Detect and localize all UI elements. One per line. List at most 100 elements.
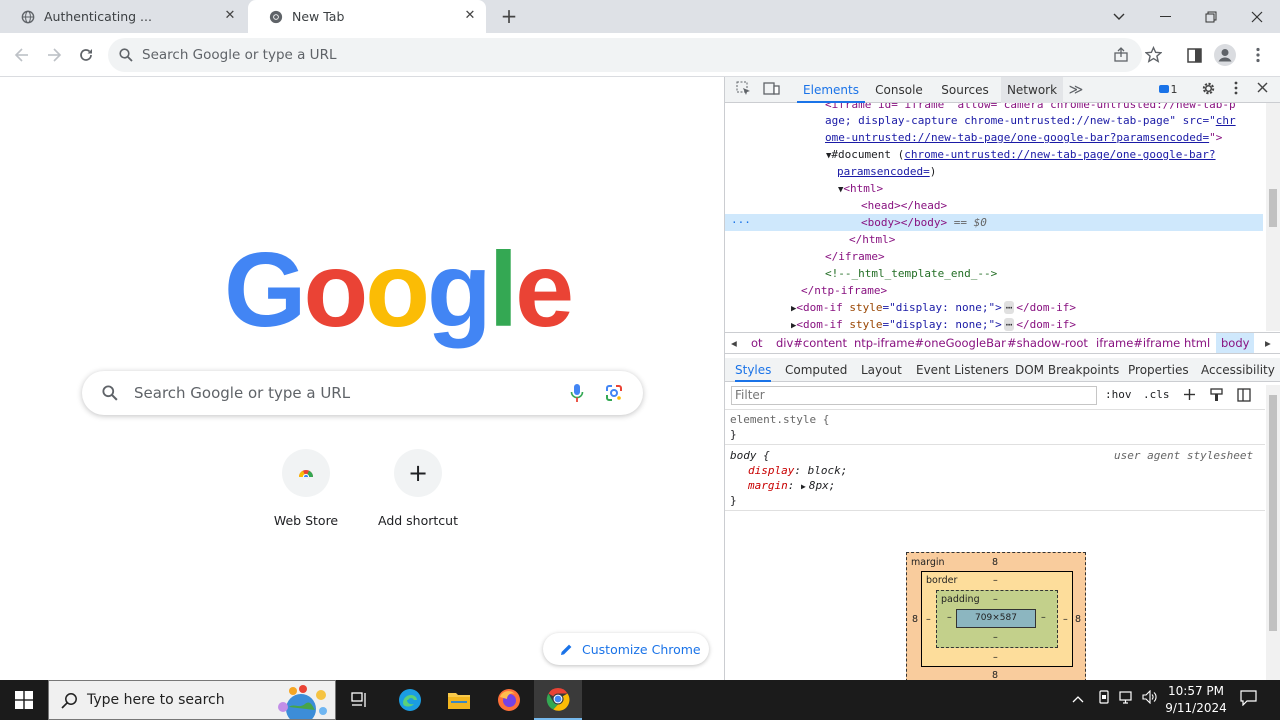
sidebar-toggle-icon[interactable]	[1237, 388, 1251, 406]
customize-chrome-button[interactable]: Customize Chrome	[543, 633, 709, 665]
address-bar[interactable]: Search Google or type a URL	[108, 38, 1163, 72]
dom-line[interactable]: ▶<dom-if style="display: none;"> ⋯ </dom-i…	[791, 316, 1076, 331]
margin-top-value[interactable]: 8	[992, 557, 998, 568]
dom-scrollbar[interactable]	[1266, 103, 1280, 331]
breadcrumb-item[interactable]: div#content	[776, 336, 847, 350]
box-model-content[interactable]: 709×587	[956, 609, 1036, 628]
tab-console[interactable]: Console	[869, 77, 929, 103]
devtools-menu-icon[interactable]	[1227, 81, 1245, 99]
hov-toggle[interactable]: :hov	[1105, 388, 1132, 401]
scrollbar-thumb[interactable]	[1269, 189, 1277, 227]
paint-brush-icon[interactable]	[1210, 388, 1223, 406]
filter-input[interactable]: Filter	[731, 386, 1097, 405]
breadcrumb-item[interactable]: ot	[751, 336, 763, 350]
tab-search-dropdown-icon[interactable]	[1096, 0, 1142, 33]
tab-computed[interactable]: Computed	[785, 358, 847, 382]
tab-dom-breakpoints[interactable]: DOM Breakpoints	[1015, 358, 1119, 382]
chrome-taskbar-icon[interactable]	[534, 680, 582, 720]
dom-line[interactable]: <head></head>	[861, 197, 947, 214]
ntp-search-box[interactable]: Search Google or type a URL	[82, 371, 643, 415]
settings-gear-icon[interactable]	[1199, 81, 1217, 99]
more-tabs-icon[interactable]: ≫	[1067, 81, 1085, 99]
dom-line[interactable]: </html>	[849, 231, 895, 248]
margin-left-value[interactable]: 8	[912, 614, 918, 625]
dom-line[interactable]: <!--_html_template_end_-->	[825, 265, 997, 282]
chrome-menu-icon[interactable]	[1246, 43, 1270, 67]
close-window-button[interactable]	[1234, 0, 1280, 33]
dom-line-selected[interactable]: <body></body> == $0	[861, 214, 987, 231]
dom-line[interactable]: </ntp-iframe>	[801, 282, 887, 299]
element-style-selector[interactable]: element.style {	[730, 412, 829, 427]
windows-start-icon[interactable]	[0, 680, 48, 720]
device-toolbar-icon[interactable]	[762, 81, 780, 99]
share-icon[interactable]	[1113, 47, 1129, 67]
breadcrumb-left-arrow-icon[interactable]: ◂	[731, 336, 737, 350]
restore-button[interactable]	[1188, 0, 1234, 33]
tab-network[interactable]: Network	[1001, 77, 1063, 103]
style-declaration[interactable]: margin: ▶ 8px;	[748, 478, 835, 494]
breadcrumb-item[interactable]: #shadow-root	[1007, 336, 1088, 350]
padding-left-value[interactable]: –	[947, 612, 952, 623]
side-panel-icon[interactable]	[1182, 43, 1206, 67]
box-model-margin[interactable]: margin 8 8 8 8 border – – – – padding – …	[906, 552, 1086, 692]
breadcrumb-right-arrow-icon[interactable]: ▸	[1265, 336, 1271, 350]
margin-right-value[interactable]: 8	[1075, 614, 1081, 625]
reload-button[interactable]	[74, 43, 98, 67]
issues-badge[interactable]: 1	[1155, 81, 1181, 99]
dom-ellipsis[interactable]: ···	[731, 214, 751, 231]
tab-elements[interactable]: Elements	[797, 77, 865, 103]
tab-event-listeners[interactable]: Event Listeners	[916, 358, 1009, 382]
tab-styles[interactable]: Styles	[735, 358, 772, 382]
cls-toggle[interactable]: .cls	[1143, 388, 1170, 401]
border-top-value[interactable]: –	[993, 575, 998, 586]
dom-line[interactable]: ome-untrusted://new-tab-page/one-google-…	[825, 129, 1222, 146]
selected-dom-row[interactable]	[725, 214, 1263, 231]
tab-close-icon[interactable]: ✕	[462, 8, 478, 24]
dom-line[interactable]: age; display-capture chrome-untrusted://…	[825, 112, 1236, 129]
padding-bottom-value[interactable]: –	[993, 632, 998, 643]
taskbar-search-box[interactable]: Type here to search	[48, 680, 336, 723]
file-explorer-icon[interactable]	[435, 680, 483, 720]
volume-icon[interactable]	[1140, 689, 1160, 710]
dom-line[interactable]: paramsencoded=)	[837, 163, 936, 180]
tab-layout[interactable]: Layout	[861, 358, 902, 382]
network-icon[interactable]	[1117, 690, 1137, 710]
shortcut-web-store[interactable]: Web Store	[250, 449, 362, 528]
tab-close-icon[interactable]: ✕	[222, 8, 238, 24]
scrollbar-thumb[interactable]	[1269, 395, 1277, 631]
forward-button[interactable]	[42, 43, 66, 67]
taskbar-clock[interactable]: 10:57 PM 9/11/2024	[1162, 683, 1230, 717]
tray-device-icon[interactable]	[1094, 690, 1114, 710]
notifications-icon[interactable]	[1238, 690, 1258, 710]
padding-right-value[interactable]: –	[1041, 612, 1046, 623]
profile-avatar[interactable]	[1213, 43, 1237, 67]
border-right-value[interactable]: –	[1063, 614, 1068, 625]
back-button[interactable]	[10, 43, 34, 67]
style-declaration[interactable]: display: block;	[748, 463, 847, 478]
body-selector[interactable]: body {	[730, 448, 770, 463]
box-model-padding[interactable]: padding – – – – 709×587	[936, 590, 1058, 648]
tab-authenticating[interactable]: Authenticating ... ✕	[0, 0, 246, 33]
tray-chevron-icon[interactable]	[1068, 690, 1088, 710]
border-bottom-value[interactable]: –	[993, 652, 998, 663]
tab-new-tab[interactable]: New Tab ✕	[248, 0, 486, 33]
new-style-rule-icon[interactable]	[1183, 388, 1196, 405]
tab-properties[interactable]: Properties	[1128, 358, 1189, 382]
shortcut-add[interactable]: + Add shortcut	[362, 449, 474, 528]
dom-line[interactable]: </iframe>	[825, 248, 885, 265]
task-view-icon[interactable]	[336, 680, 384, 720]
edge-icon[interactable]	[386, 680, 434, 720]
tab-accessibility[interactable]: Accessibility	[1201, 358, 1275, 382]
lens-search-icon[interactable]	[605, 384, 623, 406]
new-tab-button[interactable]: +	[499, 6, 519, 26]
styles-scrollbar[interactable]	[1266, 385, 1280, 680]
firefox-icon[interactable]	[485, 680, 533, 720]
box-model-border[interactable]: border – – – – padding – – – – 709×587	[921, 571, 1073, 667]
breadcrumb-item[interactable]: iframe#iframe	[1096, 336, 1180, 350]
minimize-button[interactable]	[1142, 0, 1188, 33]
close-devtools-icon[interactable]	[1253, 81, 1271, 99]
inspect-element-icon[interactable]	[734, 81, 752, 99]
breadcrumb-item-active[interactable]: body	[1216, 333, 1255, 353]
tab-sources[interactable]: Sources	[935, 77, 995, 103]
breadcrumb-item[interactable]: html	[1184, 336, 1210, 350]
